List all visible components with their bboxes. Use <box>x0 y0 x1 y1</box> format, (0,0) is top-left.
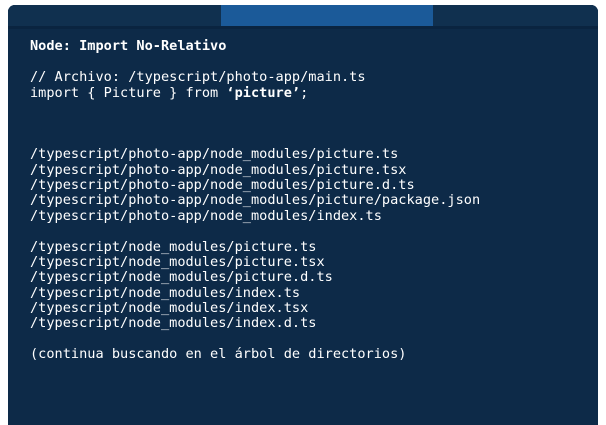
tab-3[interactable] <box>433 5 598 26</box>
path-line: /typescript/node_modules/index.ts <box>30 284 301 301</box>
path-line: /typescript/photo-app/node_modules/index… <box>30 207 382 224</box>
code-comment: // Archivo: /typescript/photo-app/main.t… <box>30 69 366 86</box>
tab-2-active[interactable] <box>221 5 433 26</box>
code-panel: Node: Import No-Relativo // Archivo: /ty… <box>8 5 598 425</box>
path-line: /typescript/node_modules/picture.tsx <box>30 253 325 270</box>
path-line: /typescript/photo-app/node_modules/pictu… <box>30 161 407 178</box>
import-suffix: ; <box>300 84 309 101</box>
path-line: /typescript/photo-app/node_modules/pictu… <box>30 176 415 193</box>
import-prefix: import { Picture } from <box>30 84 227 101</box>
tab-strip <box>8 5 598 26</box>
path-line: /typescript/node_modules/picture.d.ts <box>30 269 333 286</box>
path-line: /typescript/node_modules/index.tsx <box>30 300 309 317</box>
import-module: ‘picture’ <box>226 84 301 101</box>
footer-note: (continua buscando en el árbol de direct… <box>30 346 407 363</box>
path-line: /typescript/photo-app/node_modules/pictu… <box>30 146 399 163</box>
import-statement: import { Picture } from ‘picture’; <box>30 84 590 101</box>
path-line: /typescript/node_modules/index.d.ts <box>30 315 317 332</box>
slide-title: Node: Import No-Relativo <box>30 38 227 54</box>
code-content: Node: Import No-Relativo // Archivo: /ty… <box>30 33 590 363</box>
path-line: /typescript/node_modules/picture.ts <box>30 238 317 255</box>
path-line: /typescript/photo-app/node_modules/pictu… <box>30 192 481 209</box>
tab-divider <box>8 26 598 29</box>
tab-1[interactable] <box>8 5 221 26</box>
